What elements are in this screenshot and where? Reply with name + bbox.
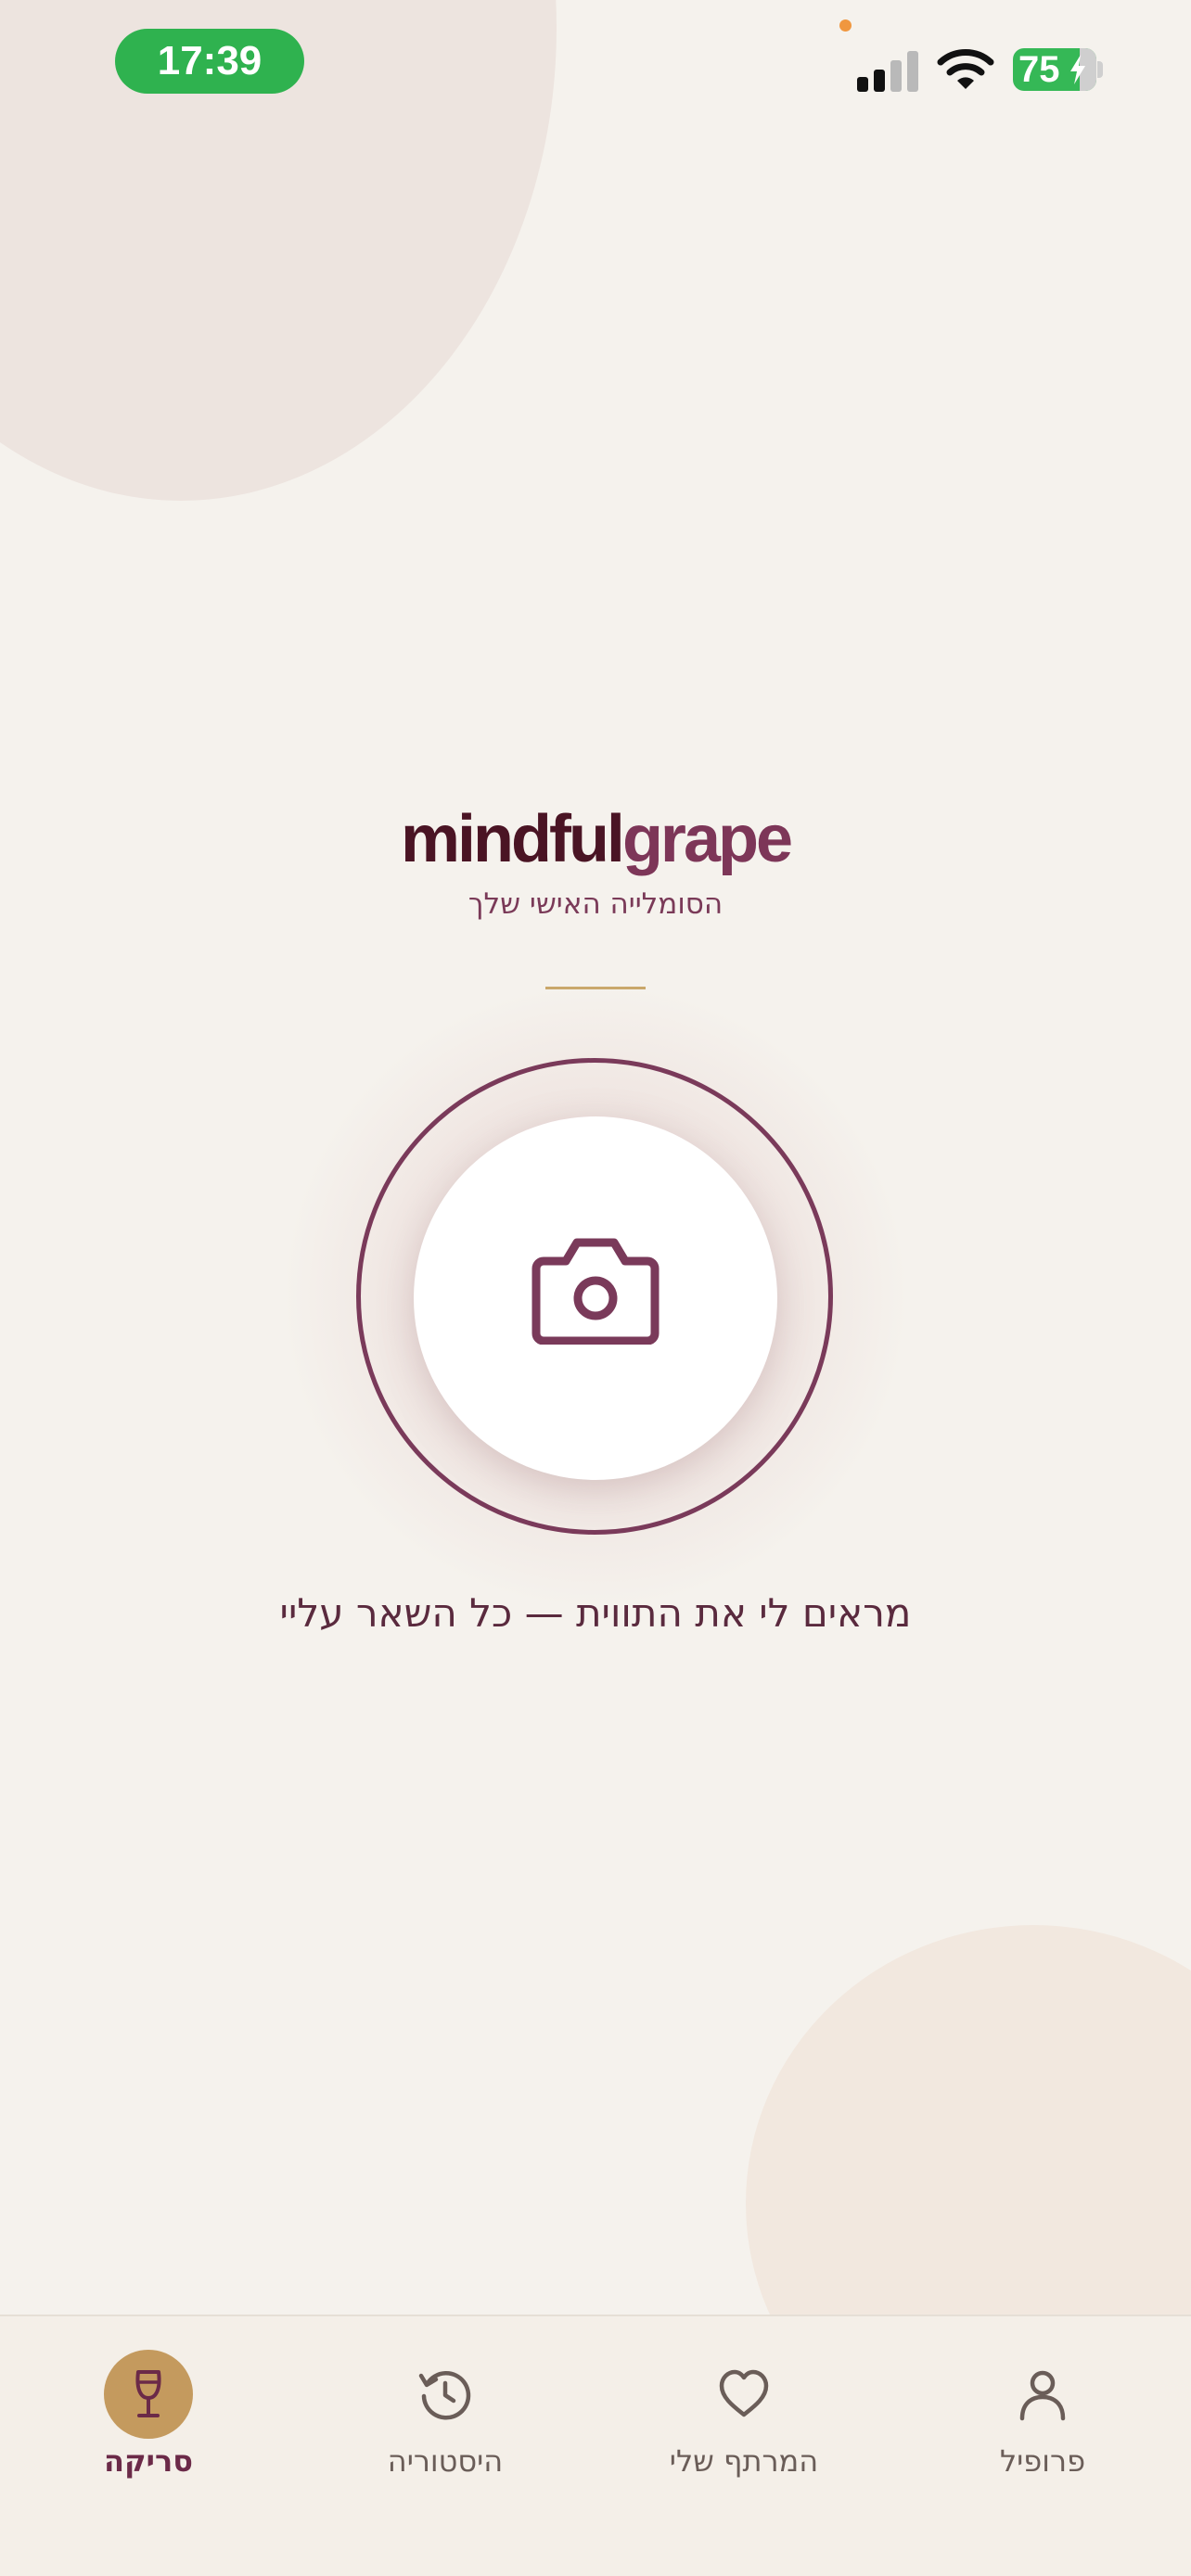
bottom-nav: פרופיל המרתף שלי היסטוריה סריקה [0, 2315, 1191, 2576]
charging-bolt-icon [1070, 55, 1085, 84]
nav-icon-profile [998, 2350, 1087, 2439]
nav-icon-cellar [699, 2350, 788, 2439]
nav-label-cellar: המרתף שלי [669, 2443, 819, 2479]
person-icon [1019, 2370, 1066, 2421]
brand-logo-part1: mindful [400, 802, 625, 876]
brand-logo: mindfulgrape [0, 793, 1191, 886]
nav-icon-history [401, 2350, 490, 2439]
battery-level: 75 [1018, 49, 1060, 90]
cellular-signal-icon [857, 49, 920, 92]
nav-item-profile[interactable]: פרופיל [894, 2350, 1191, 2489]
nav-label-scan: סריקה [104, 2443, 193, 2479]
scan-camera-button[interactable] [414, 1116, 777, 1480]
nav-item-cellar[interactable]: המרתף שלי [596, 2350, 892, 2489]
camera-icon [531, 1238, 660, 1345]
brand-tagline: הסומלייה האישי שלך [467, 887, 724, 921]
wine-glass-icon [135, 2370, 161, 2417]
nav-item-history[interactable]: היסטוריה [297, 2350, 594, 2489]
history-icon [418, 2371, 471, 2420]
nav-icon-scan [104, 2350, 193, 2439]
scan-instruction: מראים לי את התווית — כל השאר עליי [279, 1590, 912, 1636]
status-time: 17:39 [115, 29, 304, 94]
wifi-icon [937, 49, 994, 89]
screen: 17:39 75 mindfulgrape הסומלייה האישי שלך… [0, 0, 1191, 2576]
battery-indicator: 75 [1013, 48, 1096, 91]
heart-icon [719, 2369, 769, 2417]
nav-item-scan[interactable]: סריקה [0, 2350, 297, 2489]
battery-tip [1097, 61, 1103, 78]
nav-label-history: היסטוריה [387, 2443, 504, 2479]
privacy-indicator-dot [839, 19, 852, 32]
nav-label-profile: פרופיל [999, 2443, 1086, 2479]
brand-logo-part2: grape [621, 802, 793, 876]
